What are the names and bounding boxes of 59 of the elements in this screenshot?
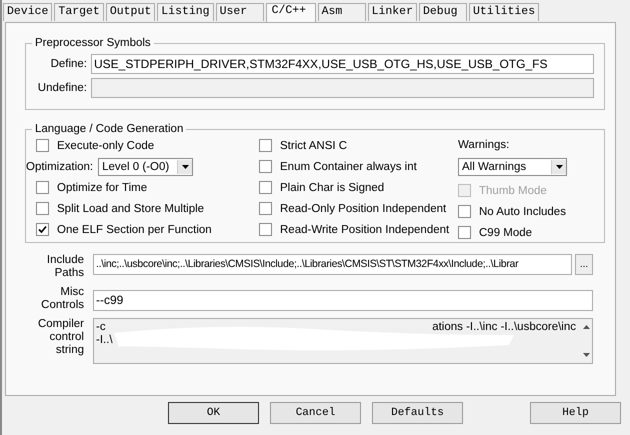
tab[interactable]: Linker bbox=[368, 3, 417, 21]
dropdown[interactable]: Level 0 (-O0) bbox=[98, 158, 194, 176]
checkbox[interactable] bbox=[36, 223, 49, 236]
checkbox[interactable] bbox=[36, 139, 49, 152]
checkbox-label: Enum Container always int bbox=[280, 160, 417, 172]
include-paths-field[interactable]: ..\inc;..\usbcore\inc;..\Libraries\CMSIS\Include;..\Libraries\CMSIS\ST\STM32F4xx\Include;..\Librar bbox=[93, 254, 572, 275]
scroll-up-icon[interactable] bbox=[583, 325, 590, 329]
caret-icon bbox=[182, 164, 189, 168]
browse-button[interactable]: ... bbox=[575, 254, 593, 275]
checkbox-label: One ELF Section per Function bbox=[57, 224, 212, 236]
group-title: Language / Code Generation bbox=[34, 123, 184, 135]
checkbox-label: Execute-only Code bbox=[57, 140, 154, 152]
field-label: Undefine: bbox=[36, 82, 88, 94]
checkbox-label: Thumb Mode bbox=[479, 184, 547, 196]
checkbox-label: Read-Only Position Independent bbox=[280, 202, 446, 214]
tab[interactable]: Device bbox=[3, 3, 52, 21]
checkbox[interactable] bbox=[259, 223, 272, 236]
field-label: Compiler control string bbox=[36, 318, 85, 357]
checkbox-label: Plain Char is Signed bbox=[280, 182, 384, 194]
scroll-down-icon[interactable] bbox=[583, 353, 590, 357]
tab[interactable]: User bbox=[216, 3, 264, 21]
field-label: Include Paths bbox=[46, 254, 85, 280]
text-line: -c bbox=[96, 321, 106, 334]
checkbox-label: Split Load and Store Multiple bbox=[57, 202, 204, 214]
dialog-button[interactable]: Help bbox=[530, 402, 621, 424]
checkbox-label: C99 Mode bbox=[479, 226, 532, 238]
tab[interactable]: C/C++ bbox=[266, 3, 316, 22]
define-field[interactable]: USE_STDPERIPH_DRIVER,STM32F4XX,USE_USB_OTG_HS,USE_USB_OTG_FS bbox=[91, 54, 594, 74]
dropdown[interactable]: All Warnings bbox=[458, 158, 567, 176]
checkbox-label: Strict ANSI C bbox=[280, 140, 348, 152]
tab[interactable]: Utilities bbox=[469, 3, 540, 21]
text-line: -I..\ bbox=[96, 334, 113, 347]
dialog-button[interactable]: OK bbox=[168, 402, 259, 424]
checkbox[interactable] bbox=[259, 139, 272, 152]
dialog-button[interactable]: Cancel bbox=[270, 402, 361, 424]
checkbox-label: Read-Write Position Independent bbox=[280, 224, 450, 236]
dropdown-label: Optimization: bbox=[26, 160, 94, 172]
tab[interactable]: Target bbox=[54, 3, 104, 21]
checkbox[interactable] bbox=[458, 205, 471, 218]
field-label: Misc Controls bbox=[40, 286, 85, 312]
checkbox[interactable] bbox=[36, 202, 49, 215]
group-title: Preprocessor Symbols bbox=[34, 37, 152, 49]
misc-controls-field[interactable]: --c99 bbox=[93, 290, 593, 311]
tab[interactable]: Listing bbox=[157, 3, 214, 21]
checkbox[interactable] bbox=[36, 181, 49, 194]
field-label: Define: bbox=[50, 58, 88, 70]
checkbox-label: No Auto Includes bbox=[479, 206, 566, 218]
dialog-button[interactable]: Defaults bbox=[372, 402, 463, 424]
checkbox-label: Optimize for Time bbox=[57, 182, 148, 194]
checkbox[interactable] bbox=[259, 160, 272, 173]
dropdown-label: Warnings: bbox=[458, 138, 510, 153]
tab[interactable]: Output bbox=[106, 3, 156, 21]
text-line: ations -I..\inc -I..\usbcore\inc bbox=[432, 321, 576, 334]
tab[interactable]: Asm bbox=[318, 3, 366, 21]
caret-icon bbox=[556, 165, 562, 169]
checkbox[interactable] bbox=[458, 226, 471, 239]
checkbox[interactable] bbox=[259, 181, 272, 194]
checkbox[interactable] bbox=[259, 202, 272, 215]
tab[interactable]: Debug bbox=[419, 3, 467, 21]
